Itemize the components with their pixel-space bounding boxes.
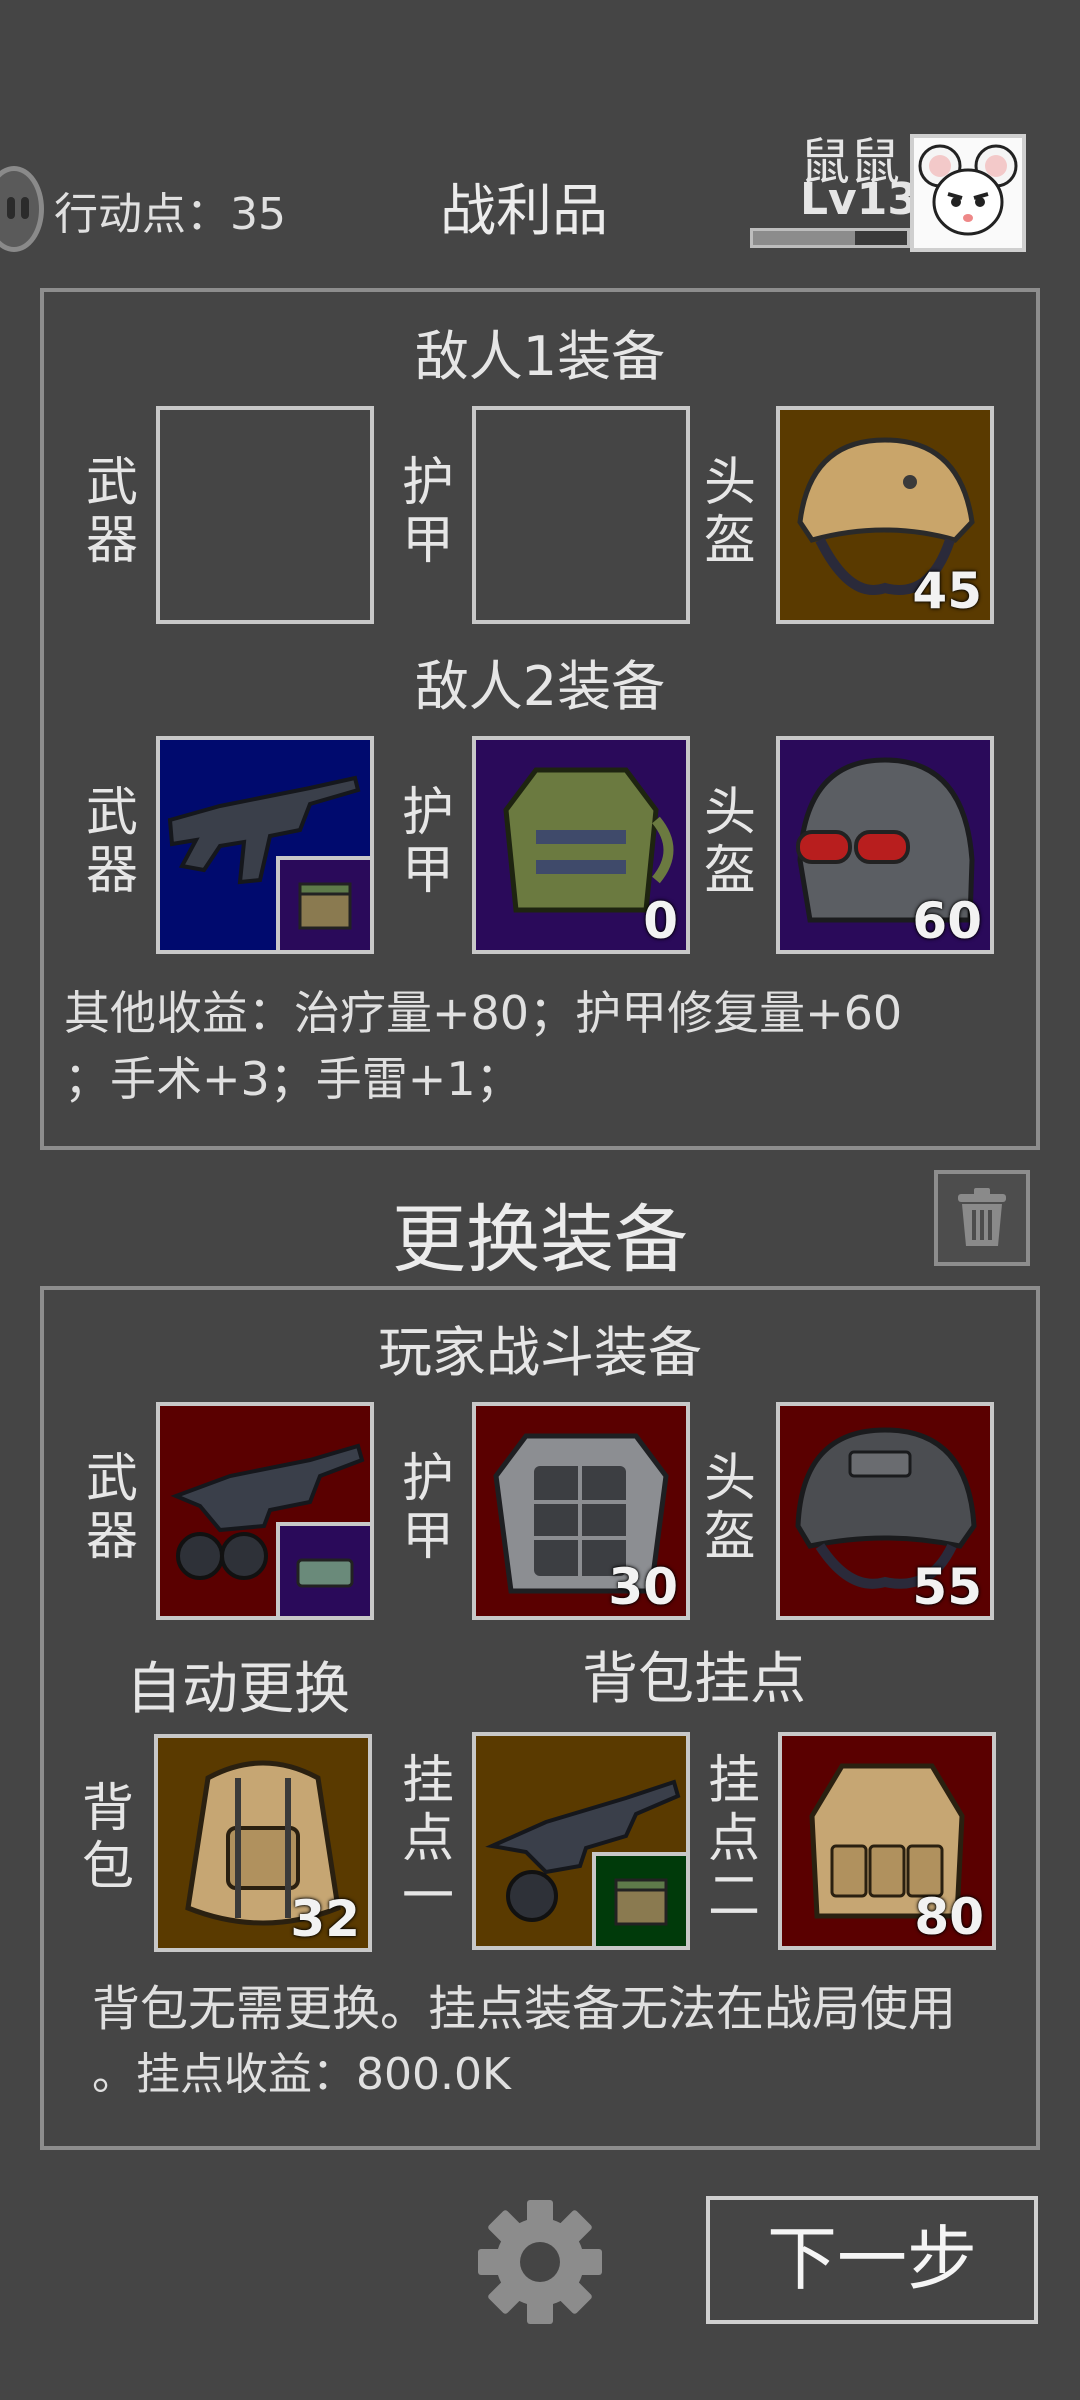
xp-bar-fill [753, 231, 855, 245]
auto-swap-label[interactable]: 自动更换 [126, 1644, 350, 1725]
enemy2-helmet-slot[interactable]: 60 [776, 736, 994, 954]
player-armor-label: 护甲 [401, 1449, 454, 1567]
enemy1-helmet-slot[interactable]: 45 [776, 406, 994, 624]
ammo-box-icon [296, 1558, 354, 1588]
enemy2-helmet-label: 头盔 [703, 783, 756, 901]
enemy1-title: 敌人1装备 [414, 325, 666, 388]
xp-bar [750, 228, 910, 248]
page-title: 战利品 [440, 179, 608, 244]
ammo-box-icon [614, 1878, 668, 1926]
mount1-label: 挂点一 [401, 1751, 454, 1927]
enemy1-armor-slot[interactable] [472, 406, 690, 624]
enemy1-helmet-durability: 45 [912, 562, 982, 620]
backpack-slot[interactable]: 32 [154, 1734, 372, 1952]
next-button[interactable]: 下一步 [706, 2196, 1038, 2324]
player-weapon-label: 武器 [85, 1449, 138, 1567]
player-note-line2: 。挂点收益：800.0K [92, 2049, 511, 2100]
enemy1-weapon-slot[interactable] [156, 406, 374, 624]
enemy2-armor-slot[interactable]: 0 [472, 736, 690, 954]
other-income-line2: ；手术+3；手雷+1； [64, 1052, 522, 1106]
player-note-line1: 背包无需更换。挂点装备无法在战局使用 [92, 1981, 957, 2037]
player-armor-durability: 30 [608, 1558, 678, 1616]
backpack-mount-title: 背包挂点 [582, 1647, 806, 1712]
action-point-icon [0, 166, 44, 252]
enemy2-armor-durability: 0 [643, 892, 678, 950]
enemy1-armor-label: 护甲 [401, 453, 454, 571]
trash-icon [958, 1188, 1006, 1246]
player-helmet-slot[interactable]: 55 [776, 1402, 994, 1620]
swap-title: 更换装备 [392, 1197, 688, 1283]
backpack-label: 背包 [81, 1779, 134, 1897]
enemy2-weapon-slot[interactable] [156, 736, 374, 954]
enemy2-ammo-subslot [276, 856, 370, 950]
enemy2-title: 敌人2装备 [414, 655, 666, 718]
gear-icon [478, 2200, 602, 2324]
enemy2-weapon-label: 武器 [85, 783, 138, 901]
mount1-slot[interactable] [472, 1732, 690, 1950]
player-helmet-label: 头盔 [703, 1449, 756, 1567]
enemy2-helmet-durability: 60 [912, 892, 982, 950]
backpack-durability: 32 [290, 1890, 360, 1948]
mount1-ammo-subslot [592, 1852, 686, 1946]
other-income-line1: 其他收益：治疗量+80；护甲修复量+60 [64, 986, 903, 1040]
player-helmet-durability: 55 [912, 1558, 982, 1616]
player-gear-title: 玩家战斗装备 [378, 1321, 702, 1384]
mount2-label: 挂点二 [707, 1751, 760, 1927]
enemy1-weapon-label: 武器 [85, 453, 138, 571]
player-ammo-subslot [276, 1522, 370, 1616]
avatar[interactable] [910, 134, 1026, 252]
ammo-box-icon [298, 882, 352, 930]
enemy1-helmet-label: 头盔 [703, 453, 756, 571]
player-weapon-slot[interactable] [156, 1402, 374, 1620]
settings-button[interactable] [474, 2196, 606, 2328]
enemy2-armor-label: 护甲 [401, 783, 454, 901]
action-points-label: 行动点：35 [54, 189, 286, 240]
mount2-durability: 80 [914, 1888, 984, 1946]
player-armor-slot[interactable]: 30 [472, 1402, 690, 1620]
mount2-slot[interactable]: 80 [778, 1732, 996, 1950]
trash-button[interactable] [934, 1170, 1030, 1266]
avatar-mouse-icon [918, 144, 1018, 236]
player-level: Lv13 [800, 174, 918, 225]
